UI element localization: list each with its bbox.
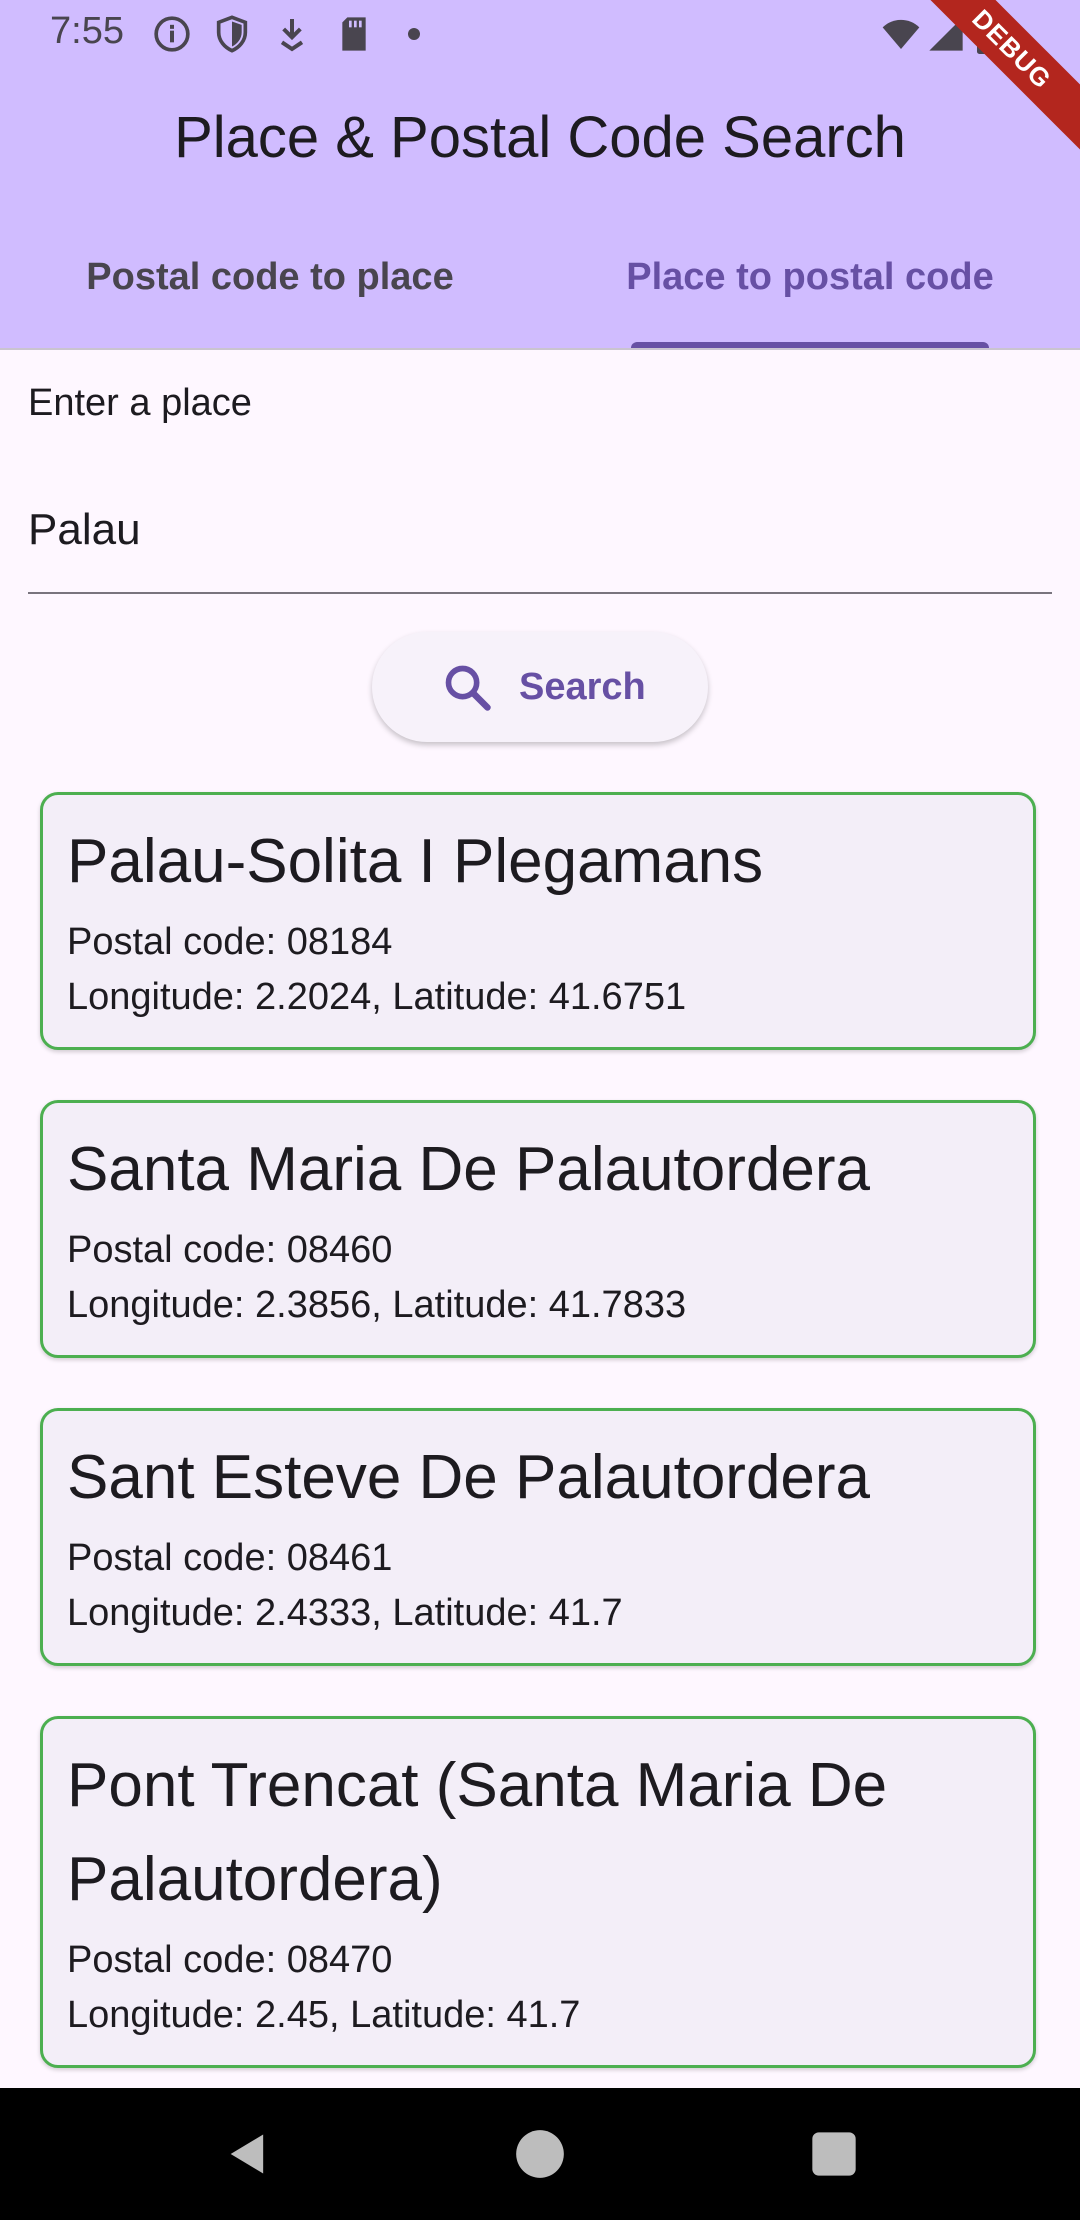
result-postal-code: Postal code: 08470 bbox=[67, 1939, 393, 1981]
wifi-icon bbox=[878, 14, 924, 54]
result-card: Santa Maria De Palautordera Postal code:… bbox=[40, 1100, 1036, 1358]
result-place-name-line-1: Pont Trencat (Santa Maria De bbox=[67, 1751, 888, 1820]
result-postal-code: Postal code: 08461 bbox=[67, 1537, 393, 1579]
download-icon bbox=[272, 14, 312, 54]
result-coordinates: Longitude: 2.2024, Latitude: 41.6751 bbox=[67, 976, 687, 1018]
page-title: Place & Postal Code Search bbox=[174, 105, 906, 170]
sd-card-icon bbox=[334, 14, 374, 54]
result-coordinates: Longitude: 2.4333, Latitude: 41.7 bbox=[67, 1592, 623, 1634]
shield-icon bbox=[212, 14, 252, 54]
recents-icon[interactable] bbox=[808, 2128, 860, 2180]
place-input[interactable] bbox=[28, 490, 1052, 570]
result-place-name: Santa Maria De Palautordera bbox=[67, 1135, 871, 1204]
search-button[interactable]: Search bbox=[372, 632, 708, 742]
back-icon[interactable] bbox=[222, 2128, 274, 2180]
place-field-label: Enter a place bbox=[28, 382, 252, 424]
info-icon bbox=[152, 14, 192, 54]
status-bar: 7:55 bbox=[0, 0, 1080, 66]
result-card: Sant Esteve De Palautordera Postal code:… bbox=[40, 1408, 1036, 1666]
result-place-name-line-2: Palautordera) bbox=[67, 1845, 443, 1914]
result-postal-code: Postal code: 08184 bbox=[67, 921, 393, 963]
search-icon bbox=[442, 662, 494, 714]
tab-postal-code-to-place[interactable]: Postal code to place bbox=[40, 256, 500, 312]
place-input-underline bbox=[28, 592, 1052, 594]
result-place-name: Palau-Solita I Plegamans bbox=[67, 827, 764, 896]
result-card: Pont Trencat (Santa Maria De Palautorder… bbox=[40, 1716, 1036, 2068]
search-button-label: Search bbox=[519, 666, 646, 708]
status-time: 7:55 bbox=[50, 10, 124, 52]
result-coordinates: Longitude: 2.3856, Latitude: 41.7833 bbox=[67, 1284, 687, 1326]
result-place-name: Sant Esteve De Palautordera bbox=[67, 1443, 871, 1512]
result-postal-code: Postal code: 08460 bbox=[67, 1229, 393, 1271]
tab-divider bbox=[0, 348, 1080, 350]
app-bar: 7:55 DEBUG Place & Postal Code Search Po… bbox=[0, 0, 1080, 350]
result-card: Palau-Solita I Plegamans Postal code: 08… bbox=[40, 792, 1036, 1050]
home-icon[interactable] bbox=[514, 2128, 566, 2180]
notification-dot-icon bbox=[408, 28, 420, 40]
tab-place-to-postal-code[interactable]: Place to postal code bbox=[580, 256, 1040, 312]
result-coordinates: Longitude: 2.45, Latitude: 41.7 bbox=[67, 1994, 581, 2036]
navigation-bar bbox=[0, 2088, 1080, 2220]
